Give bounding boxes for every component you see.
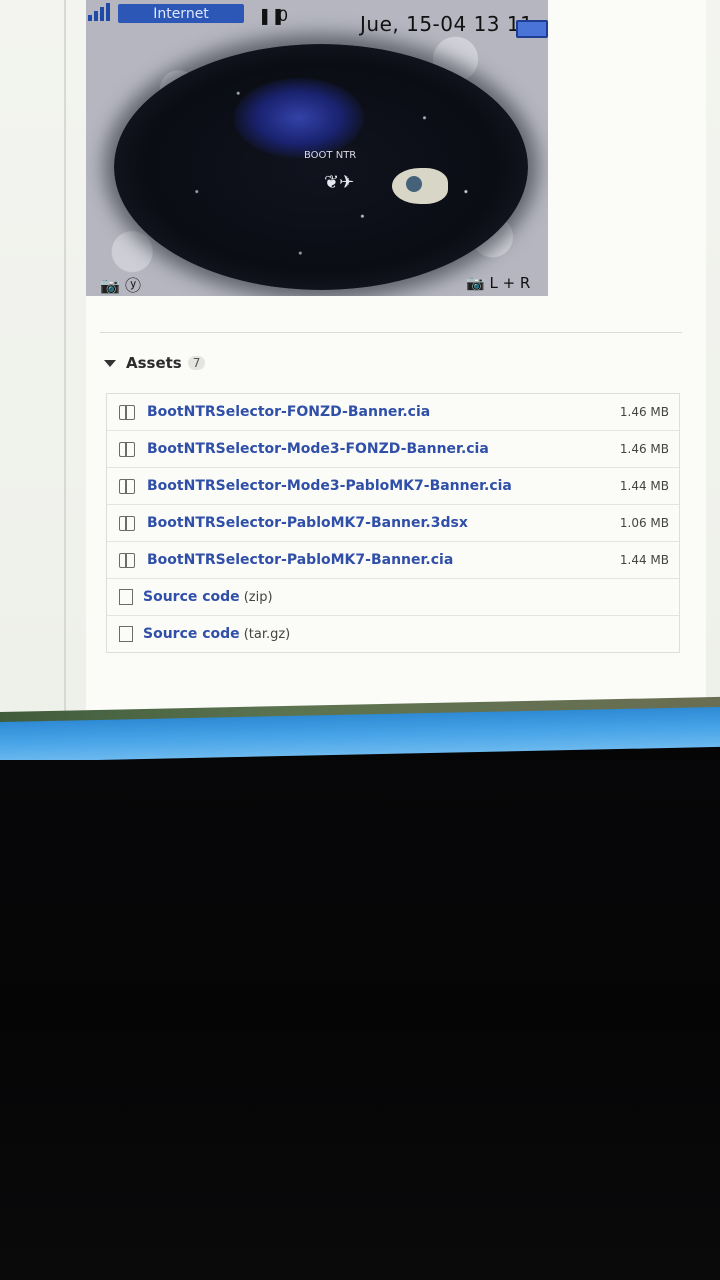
source-code-link[interactable]: Source code: [143, 626, 240, 642]
camera-lr-buttons-icon: 📷 L + R: [466, 274, 531, 292]
source-code-link[interactable]: Source code: [143, 589, 240, 605]
asset-size: 1.46 MB: [619, 442, 669, 456]
assets-toggle[interactable]: Assets 7: [104, 354, 206, 372]
monitor-bezel: [0, 760, 720, 1280]
section-divider: [100, 332, 682, 333]
file-zip-icon: [119, 626, 133, 642]
package-icon: [119, 478, 135, 494]
screenshot-statusbar: Internet ❚❚ 0 Jue, 15-04 13 11: [86, 0, 548, 38]
package-icon: [119, 515, 135, 531]
asset-row[interactable]: BootNTRSelector-FONZD-Banner.cia 1.46 MB: [107, 394, 679, 431]
rocket-icon: [392, 168, 448, 204]
package-icon: [119, 404, 135, 420]
source-code-ext: (tar.gz): [243, 626, 291, 642]
asset-link[interactable]: BootNTRSelector-Mode3-PabloMK7-Banner.ci…: [147, 478, 620, 494]
source-code-ext: (zip): [243, 589, 273, 605]
monitor-screen: Internet ❚❚ 0 Jue, 15-04 13 11 BOOT NTR …: [0, 0, 720, 735]
asset-link[interactable]: BootNTRSelector-PabloMK7-Banner.3dsx: [147, 515, 620, 531]
camera-y-buttons-icon: 📷 ⓨ: [100, 276, 142, 295]
screenshot-clock: Jue, 15-04 13 11: [360, 12, 534, 36]
asset-link[interactable]: BootNTRSelector-FONZD-Banner.cia: [147, 404, 620, 420]
assets-list: BootNTRSelector-FONZD-Banner.cia 1.46 MB…: [106, 393, 680, 653]
package-icon: [119, 552, 135, 568]
asset-size: 1.44 MB: [619, 479, 669, 493]
asset-size: 1.06 MB: [619, 516, 669, 530]
source-targz-row[interactable]: Source code (tar.gz): [107, 616, 679, 652]
asset-row[interactable]: BootNTRSelector-PabloMK7-Banner.3dsx 1.0…: [107, 505, 679, 542]
file-zip-icon: [119, 589, 133, 605]
page-left-rule: [64, 0, 66, 720]
asset-link[interactable]: BootNTRSelector-PabloMK7-Banner.cia: [147, 552, 620, 568]
asset-size: 1.46 MB: [619, 405, 669, 419]
nebula-graphic: [234, 78, 364, 158]
asset-size: 1.44 MB: [619, 553, 669, 567]
steps-count: 0: [278, 6, 289, 25]
asset-link[interactable]: BootNTRSelector-Mode3-FONZD-Banner.cia: [147, 441, 620, 457]
source-zip-row[interactable]: Source code (zip): [107, 579, 679, 616]
asset-row[interactable]: BootNTRSelector-PabloMK7-Banner.cia 1.44…: [107, 542, 679, 579]
assets-title: Assets: [126, 354, 182, 372]
package-icon: [119, 441, 135, 457]
asset-row[interactable]: BootNTRSelector-Mode3-PabloMK7-Banner.ci…: [107, 468, 679, 505]
boot-logo-icon: ❦✈: [324, 172, 355, 193]
internet-badge: Internet: [118, 4, 244, 23]
battery-icon: [516, 20, 548, 38]
caret-down-icon: [104, 359, 116, 367]
release-screenshot-image: Internet ❚❚ 0 Jue, 15-04 13 11 BOOT NTR …: [86, 0, 548, 296]
signal-icon: [88, 3, 112, 21]
asset-row[interactable]: BootNTRSelector-Mode3-FONZD-Banner.cia 1…: [107, 431, 679, 468]
boot-ntr-label: BOOT NTR: [304, 150, 357, 161]
assets-count-badge: 7: [187, 356, 206, 370]
